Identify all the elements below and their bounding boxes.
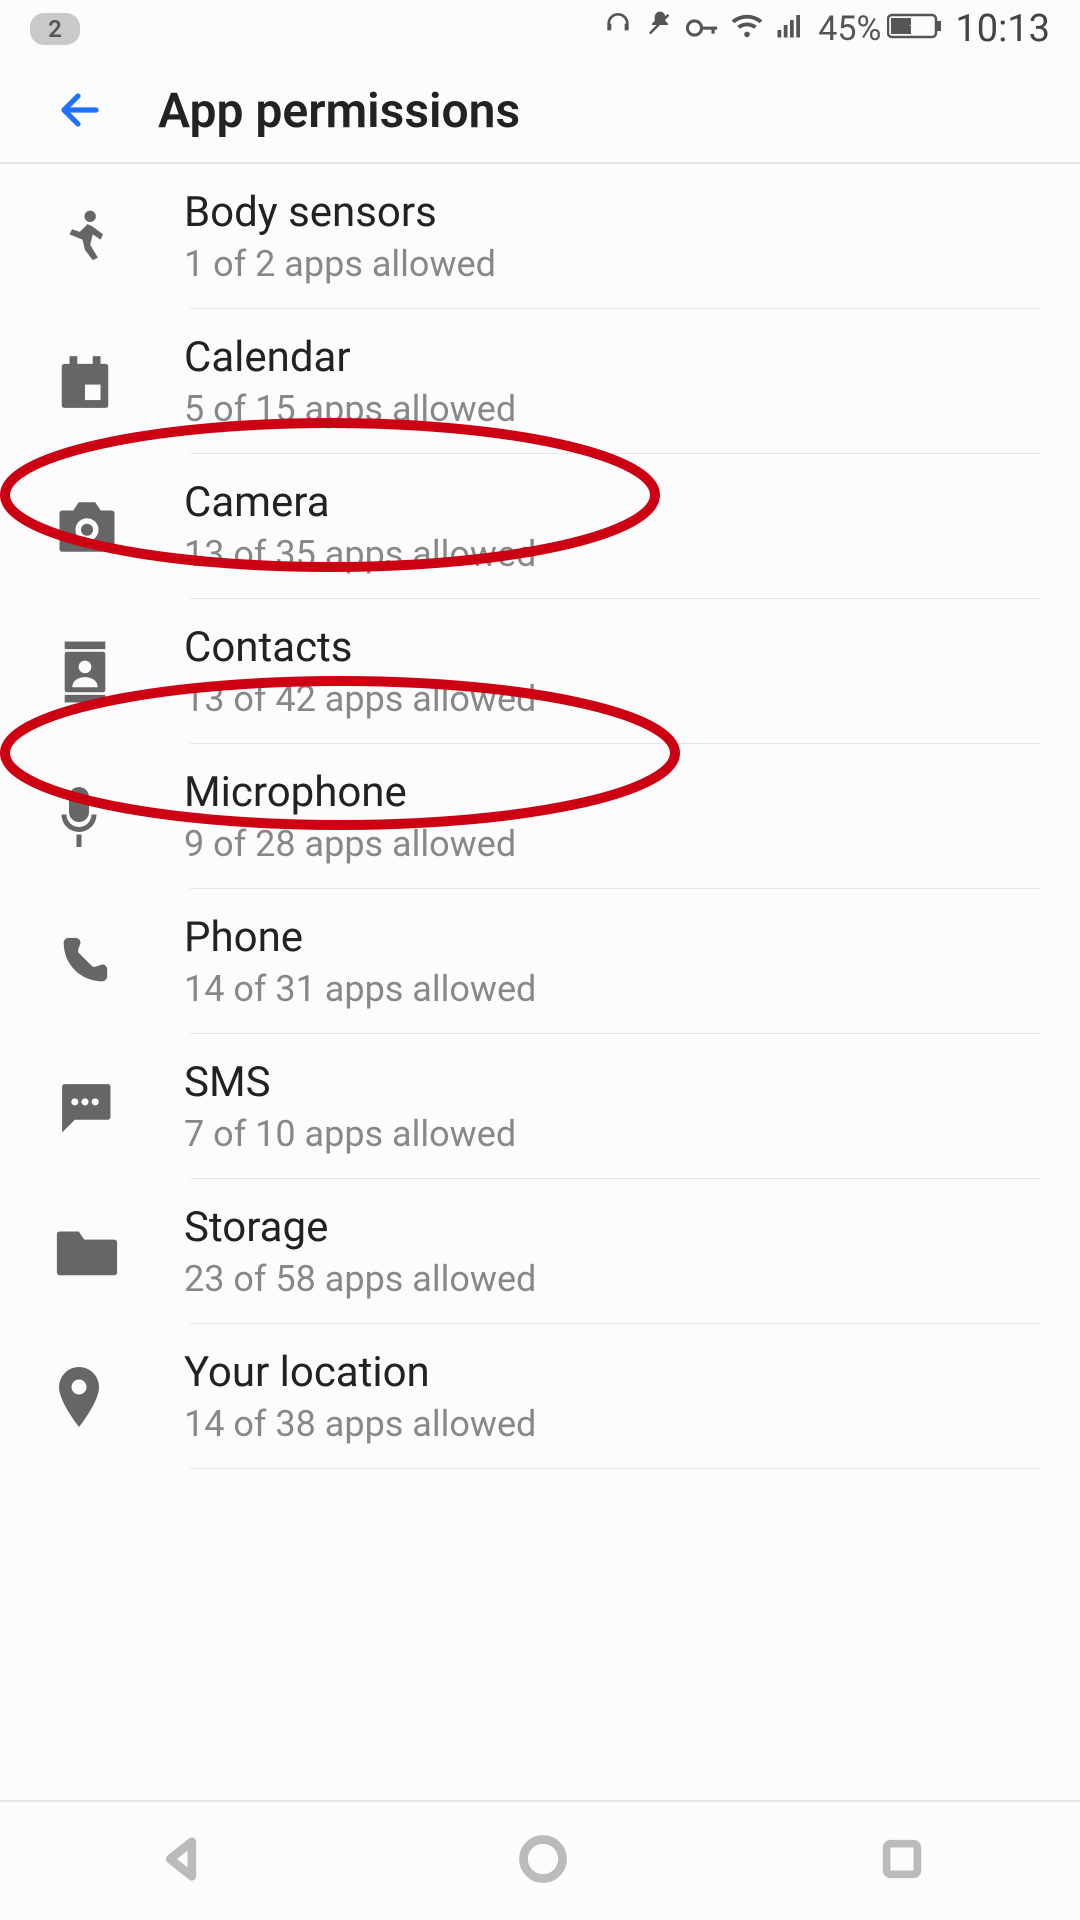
item-subtitle: 23 of 58 apps allowed [184,1258,1040,1300]
item-subtitle: 13 of 35 apps allowed [184,533,1040,575]
headphones-icon [602,9,634,50]
clock: 10:13 [955,7,1050,51]
mic-icon [54,784,184,850]
running-icon [54,206,184,268]
vpn-key-icon [686,9,720,49]
permission-item-location[interactable]: Your location 14 of 38 apps allowed [0,1324,1080,1469]
battery-indicator: 45% [818,9,943,49]
status-left: 2 [30,13,80,45]
item-subtitle: 14 of 31 apps allowed [184,968,1040,1010]
item-subtitle: 14 of 38 apps allowed [184,1403,1040,1445]
battery-icon [887,9,943,49]
contacts-icon [54,639,184,705]
item-title: Storage [184,1203,1040,1252]
signal-icon [774,9,806,49]
calendar-icon [54,351,184,413]
phone-icon [54,933,184,991]
permission-item-camera[interactable]: Camera 13 of 35 apps allowed [0,454,1080,599]
item-title: Contacts [184,623,1040,672]
camera-icon [54,498,184,556]
mute-icon [644,9,676,50]
permission-item-body-sensors[interactable]: Body sensors 1 of 2 apps allowed [0,164,1080,309]
permission-item-microphone[interactable]: Microphone 9 of 28 apps allowed [0,744,1080,889]
status-bar: 2 45% 10:13 [0,0,1080,58]
sms-icon [54,1079,184,1135]
app-bar: App permissions [0,58,1080,164]
item-subtitle: 7 of 10 apps allowed [184,1113,1040,1155]
battery-percent: 45% [818,9,881,49]
permission-item-phone[interactable]: Phone 14 of 31 apps allowed [0,889,1080,1034]
item-subtitle: 13 of 42 apps allowed [184,678,1040,720]
nav-home-button[interactable] [517,1833,569,1889]
item-subtitle: 9 of 28 apps allowed [184,823,1040,865]
item-title: Your location [184,1348,1040,1397]
nav-recent-button[interactable] [879,1836,925,1886]
notification-count-badge: 2 [30,13,80,45]
permission-item-contacts[interactable]: Contacts 13 of 42 apps allowed [0,599,1080,744]
folder-icon [54,1226,184,1278]
divider [190,1468,1040,1469]
status-right: 45% 10:13 [602,7,1050,51]
permission-item-storage[interactable]: Storage 23 of 58 apps allowed [0,1179,1080,1324]
location-icon [54,1364,184,1430]
item-title: Phone [184,913,1040,962]
item-subtitle: 5 of 15 apps allowed [184,388,1040,430]
page-title: App permissions [158,82,520,139]
navigation-bar [0,1800,1080,1920]
item-title: Microphone [184,768,1040,817]
permission-item-sms[interactable]: SMS 7 of 10 apps allowed [0,1034,1080,1179]
item-subtitle: 1 of 2 apps allowed [184,243,1040,285]
permissions-list[interactable]: Body sensors 1 of 2 apps allowed Calenda… [0,164,1080,1800]
nav-back-button[interactable] [155,1833,207,1889]
item-title: Body sensors [184,188,1040,237]
back-button[interactable] [50,80,110,140]
item-title: Calendar [184,333,1040,382]
wifi-icon [730,9,764,49]
permission-item-calendar[interactable]: Calendar 5 of 15 apps allowed [0,309,1080,454]
item-title: Camera [184,478,1040,527]
item-title: SMS [184,1058,1040,1107]
status-icons [602,9,806,50]
